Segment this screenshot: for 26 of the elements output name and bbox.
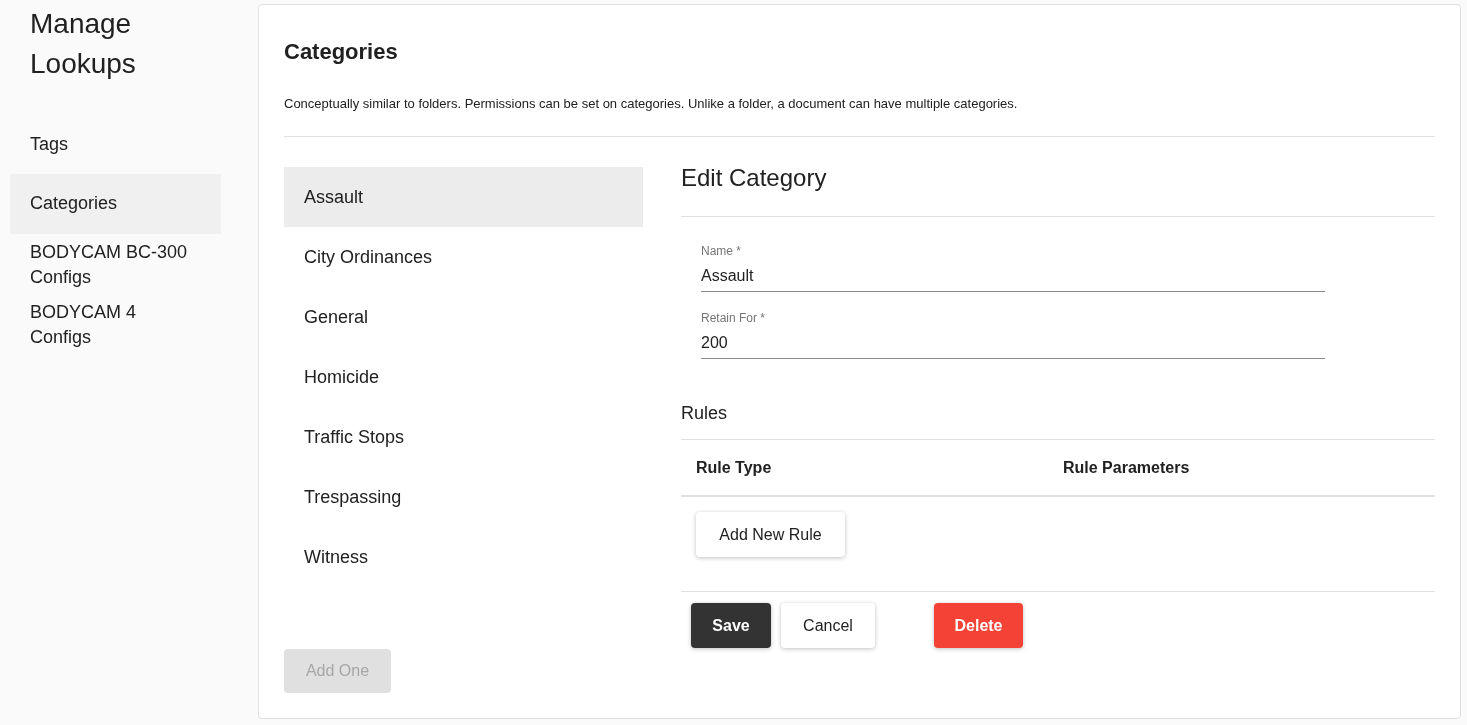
sidebar-item[interactable]: Tags xyxy=(10,132,221,157)
category-item[interactable]: General xyxy=(284,287,643,347)
category-item[interactable]: City Ordinances xyxy=(284,227,643,287)
rules-heading: Rules xyxy=(681,401,1435,440)
text-field[interactable]: Assault xyxy=(701,265,1325,287)
category-item[interactable]: Homicide xyxy=(284,347,643,407)
column-header: Rule Parameters xyxy=(1063,458,1191,477)
delete-button[interactable]: Delete xyxy=(934,603,1023,648)
category-item[interactable]: Witness xyxy=(284,527,643,587)
section-title: Categories xyxy=(284,38,399,66)
editor-title: Edit Category xyxy=(681,167,1435,217)
section-description: Conceptually similar to folders. Permissions can be set on categories. Unlike a folder, a document can have multiple categories. xyxy=(284,95,1435,137)
add-rule-button[interactable]: Add New Rule xyxy=(696,512,845,557)
cancel-button[interactable]: Cancel xyxy=(781,603,875,648)
category-item[interactable]: Trespassing xyxy=(284,467,643,527)
category-item[interactable]: Assault xyxy=(284,167,643,227)
sidebar-item[interactable]: BODYCAM BC-300 Configs xyxy=(10,240,221,290)
sidebar-item[interactable]: BODYCAM 4 Configs xyxy=(10,300,221,350)
page-title: Manage Lookups xyxy=(30,7,137,81)
text-field[interactable]: 200 xyxy=(701,332,1325,354)
column-header: Rule Type xyxy=(696,458,773,477)
field-label: Name * xyxy=(701,243,742,259)
save-button[interactable]: Save xyxy=(691,603,771,648)
field-label: Retain For * xyxy=(701,310,767,326)
sidebar-item[interactable]: Categories xyxy=(10,174,221,234)
category-item[interactable]: Traffic Stops xyxy=(284,407,643,467)
